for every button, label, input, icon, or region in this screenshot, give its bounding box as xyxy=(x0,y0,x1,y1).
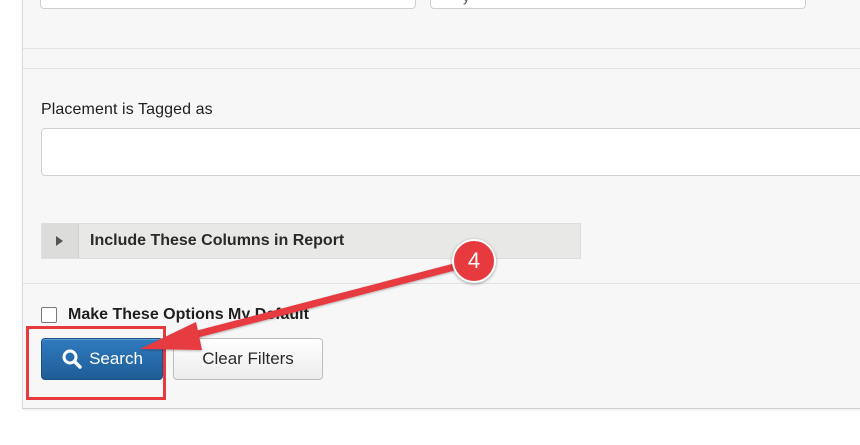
default-options-row: Make These Options My Default xyxy=(41,305,309,325)
default-options-checkbox[interactable] xyxy=(41,307,57,323)
search-button[interactable]: Search xyxy=(41,338,163,380)
include-columns-accordion[interactable]: Include These Columns in Report xyxy=(41,223,581,259)
section-divider-lower xyxy=(23,283,860,284)
accordion-toggle[interactable] xyxy=(42,224,79,258)
caret-right-icon xyxy=(56,236,63,246)
filter-input-top-right-text: y xyxy=(463,0,470,4)
search-button-label: Search xyxy=(89,349,143,368)
clear-filters-button[interactable]: Clear Filters xyxy=(173,338,323,380)
clear-filters-label: Clear Filters xyxy=(202,349,294,368)
include-columns-label: Include These Columns in Report xyxy=(90,232,345,249)
section-divider-upper xyxy=(23,68,860,69)
annotation-step-badge: 4 xyxy=(452,239,496,283)
placement-tag-label: Placement is Tagged as xyxy=(41,101,213,118)
magnifier-icon xyxy=(62,349,82,369)
filter-input-top-right[interactable]: y xyxy=(430,0,806,9)
report-filter-screen: y Placement is Tagged as Include These C… xyxy=(0,0,860,445)
filter-input-top-left[interactable] xyxy=(40,0,416,9)
default-options-label: Make These Options My Default xyxy=(68,306,309,323)
placement-tag-input[interactable] xyxy=(41,128,860,176)
section-divider-top xyxy=(23,48,860,49)
